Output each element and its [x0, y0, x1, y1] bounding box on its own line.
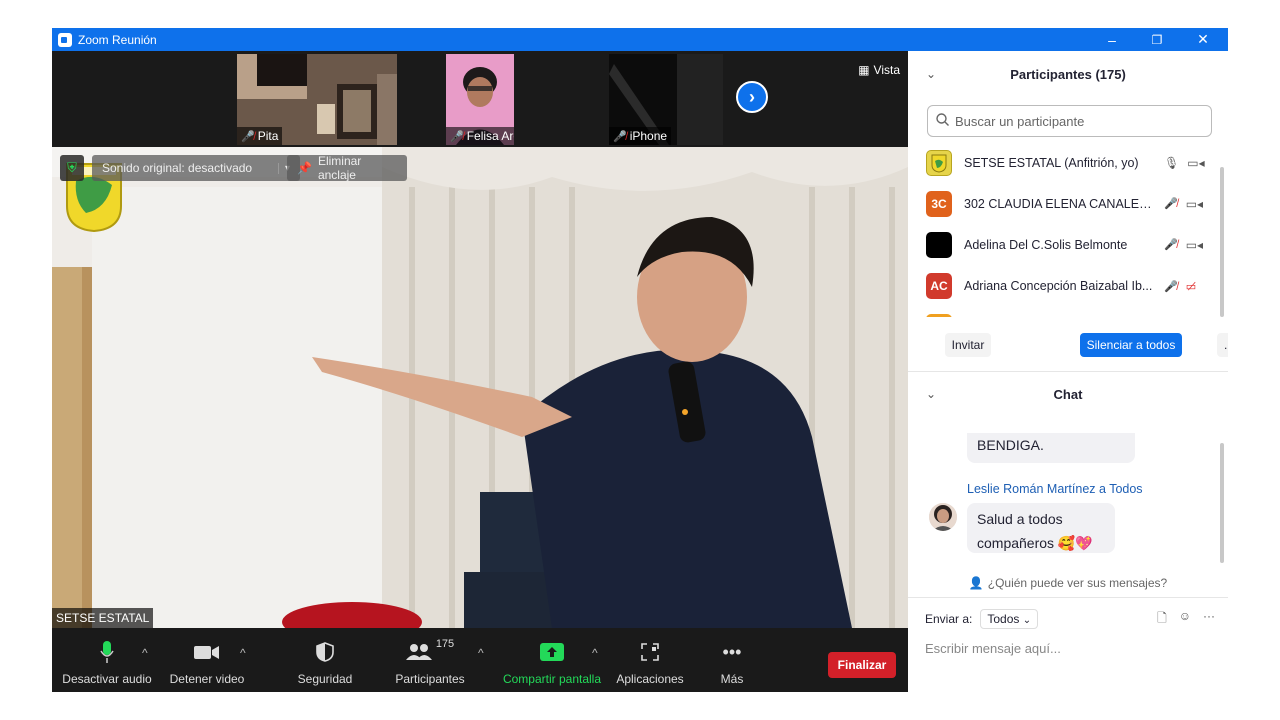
divider [908, 597, 1228, 598]
next-page-button[interactable]: › [736, 81, 768, 113]
chat-header: ⌄ Chat [926, 386, 1083, 402]
minimize-button[interactable]: – [1089, 28, 1135, 51]
mute-audio-button[interactable]: Desactivar audio [62, 628, 152, 692]
chevron-down-icon[interactable]: ⌄ [926, 387, 936, 401]
chat-message: Salud a todos compañeros 🥰💖 [967, 503, 1115, 553]
video-off-icon: ▭̸ [1185, 280, 1197, 293]
participant-row[interactable]: SETSE ESTATAL (Anfitrión, yo) 🎙 ▭◂ [926, 145, 1216, 181]
pin-icon: 📌 [297, 161, 312, 175]
video-options-caret[interactable]: ^ [240, 646, 246, 660]
muted-mic-icon: 🎤̸ [1164, 280, 1178, 293]
thumbnail-name: 🎤̸ iPhone [609, 127, 672, 145]
muted-mic-icon: 🎤̸ [1164, 239, 1178, 251]
chat-sender: Leslie Román Martínez a Todos [967, 482, 1143, 496]
participant-search-input[interactable]: Buscar un participante [927, 105, 1212, 137]
zoom-app-icon [58, 32, 72, 47]
close-button[interactable]: ✕ [1180, 28, 1226, 51]
participant-actions: Invitar Silenciar a todos ... [908, 333, 1228, 361]
microphone-icon: 🎙 [1164, 156, 1180, 170]
security-button[interactable]: Seguridad [290, 628, 360, 692]
unpin-button[interactable]: 📌 Eliminar anclaje [287, 154, 407, 182]
speaker-video-image [52, 147, 908, 628]
stop-video-button[interactable]: Detener video [164, 628, 250, 692]
participant-row[interactable]: 3C 302 CLAUDIA ELENA CANALES ... 🎤̸ ▭◂ [926, 186, 1216, 222]
shield-icon [316, 638, 334, 666]
more-button[interactable]: ••• Más [707, 628, 757, 692]
send-to-row: Enviar a: Todos ⌄ 🗋 ☺ ··· [925, 607, 1215, 631]
participants-header: ⌄ Participantes (175) [926, 66, 1126, 82]
participant-row[interactable] [926, 309, 1216, 317]
video-area: 🎤̸ Pita 🎤̸ Felisa Arellano [52, 51, 908, 692]
encryption-shield-icon[interactable]: ⛨ [60, 155, 84, 181]
muted-mic-icon: 🎤̸ [613, 130, 627, 143]
share-screen-icon [540, 638, 564, 666]
avatar [926, 150, 952, 176]
more-dots-icon[interactable]: ··· [1203, 609, 1215, 630]
video-camera-icon [194, 638, 220, 666]
participants-button[interactable]: 175 Participantes [390, 628, 470, 692]
end-meeting-button[interactable]: Finalizar [828, 652, 896, 678]
thumbnail-name: 🎤̸ Pita [237, 127, 283, 145]
restore-button[interactable]: ❐ [1134, 28, 1180, 51]
muted-mic-icon: 🎤̸ [1164, 198, 1178, 210]
thumbnail-pita[interactable]: 🎤̸ Pita [237, 54, 397, 145]
more-options-button[interactable]: ... [1217, 333, 1228, 357]
avatar: AC [926, 273, 952, 299]
divider [908, 371, 1228, 372]
file-icon[interactable]: 🗋 [1157, 609, 1167, 630]
share-screen-button[interactable]: Compartir pantalla [500, 628, 604, 692]
apps-button[interactable]: Aplicaciones [612, 628, 688, 692]
avatar [926, 314, 952, 317]
avatar [929, 503, 957, 531]
who-can-see-link[interactable]: 👤 ¿Quién puede ver sus mensajes? [908, 573, 1228, 593]
thumbnail-iphone[interactable]: 🎤̸ iPhone [609, 54, 677, 145]
participant-row[interactable]: AC Adriana Concepción Baizabal Ib... 🎤̸ … [926, 268, 1216, 304]
thumbnail-empty [677, 54, 723, 145]
participant-row[interactable]: Adelina Del C.Solis Belmonte 🎤̸ ▭◂ [926, 227, 1216, 263]
chevron-down-icon: ⌄ [1022, 615, 1032, 626]
participant-scrollbar[interactable] [1220, 167, 1224, 317]
grid-icon: ▦ [858, 63, 870, 77]
original-sound-toggle[interactable]: Sonido original: desactivado ▾ [92, 155, 300, 181]
recipient-select[interactable]: Todos ⌄ [980, 609, 1039, 629]
muted-mic-icon: 🎤̸ [241, 130, 255, 143]
chat-message-previous: BENDIGA. [967, 433, 1135, 463]
audio-options-caret[interactable]: ^ [142, 646, 148, 660]
chevron-down-icon[interactable]: ⌄ [926, 67, 936, 81]
meeting-toolbar: Desactivar audio ^ Detener video ^ Segur… [52, 628, 908, 692]
side-panel: ⌄ Participantes (175) Buscar un particip… [908, 51, 1228, 692]
apps-icon [640, 638, 660, 666]
participant-list: SETSE ESTATAL (Anfitrión, yo) 🎙 ▭◂ 3C 30… [908, 145, 1218, 317]
more-dots-icon: ••• [722, 641, 742, 662]
video-camera-icon: ▭◂ [1185, 238, 1204, 252]
thumbnail-felisa[interactable]: 🎤̸ Felisa Arellano [446, 54, 514, 145]
avatar: 3C [926, 191, 952, 217]
main-video: Sonido original: desactivado ▾ ⛨ 📌 Elimi… [52, 147, 908, 628]
view-button[interactable]: ▦ Vista [858, 63, 900, 77]
video-camera-icon: ▭◂ [1185, 197, 1204, 211]
emoji-icon[interactable]: ☺ [1179, 609, 1191, 630]
speaker-name-label: SETSE ESTATAL [52, 608, 154, 628]
avatar [926, 232, 952, 258]
mute-all-button[interactable]: Silenciar a todos [1080, 333, 1182, 357]
title-bar: Zoom Reunión – ❐ ✕ [52, 28, 1228, 51]
chat-scrollbar[interactable] [1220, 443, 1224, 563]
person-eye-icon: 👤 [968, 576, 984, 590]
invite-button[interactable]: Invitar [945, 333, 991, 357]
video-camera-icon: ▭◂ [1187, 156, 1205, 170]
participants-icon: 175 [405, 638, 454, 666]
microphone-icon [100, 638, 114, 666]
search-icon [936, 113, 949, 129]
zoom-window: Zoom Reunión – ❐ ✕ 🎤̸ Pita 🎤̸ Felisa Ar … [52, 28, 1228, 692]
muted-mic-icon: 🎤̸ [450, 130, 464, 143]
thumbnail-name: 🎤̸ Felisa Arellano [446, 127, 514, 145]
thumbnail-strip: 🎤̸ Pita 🎤̸ Felisa Arellano [52, 51, 908, 147]
share-options-caret[interactable]: ^ [592, 646, 598, 660]
participants-options-caret[interactable]: ^ [478, 646, 484, 660]
window-title: Zoom Reunión [78, 32, 157, 47]
chat-message-input[interactable]: Escribir mensaje aquí... [925, 641, 1061, 656]
